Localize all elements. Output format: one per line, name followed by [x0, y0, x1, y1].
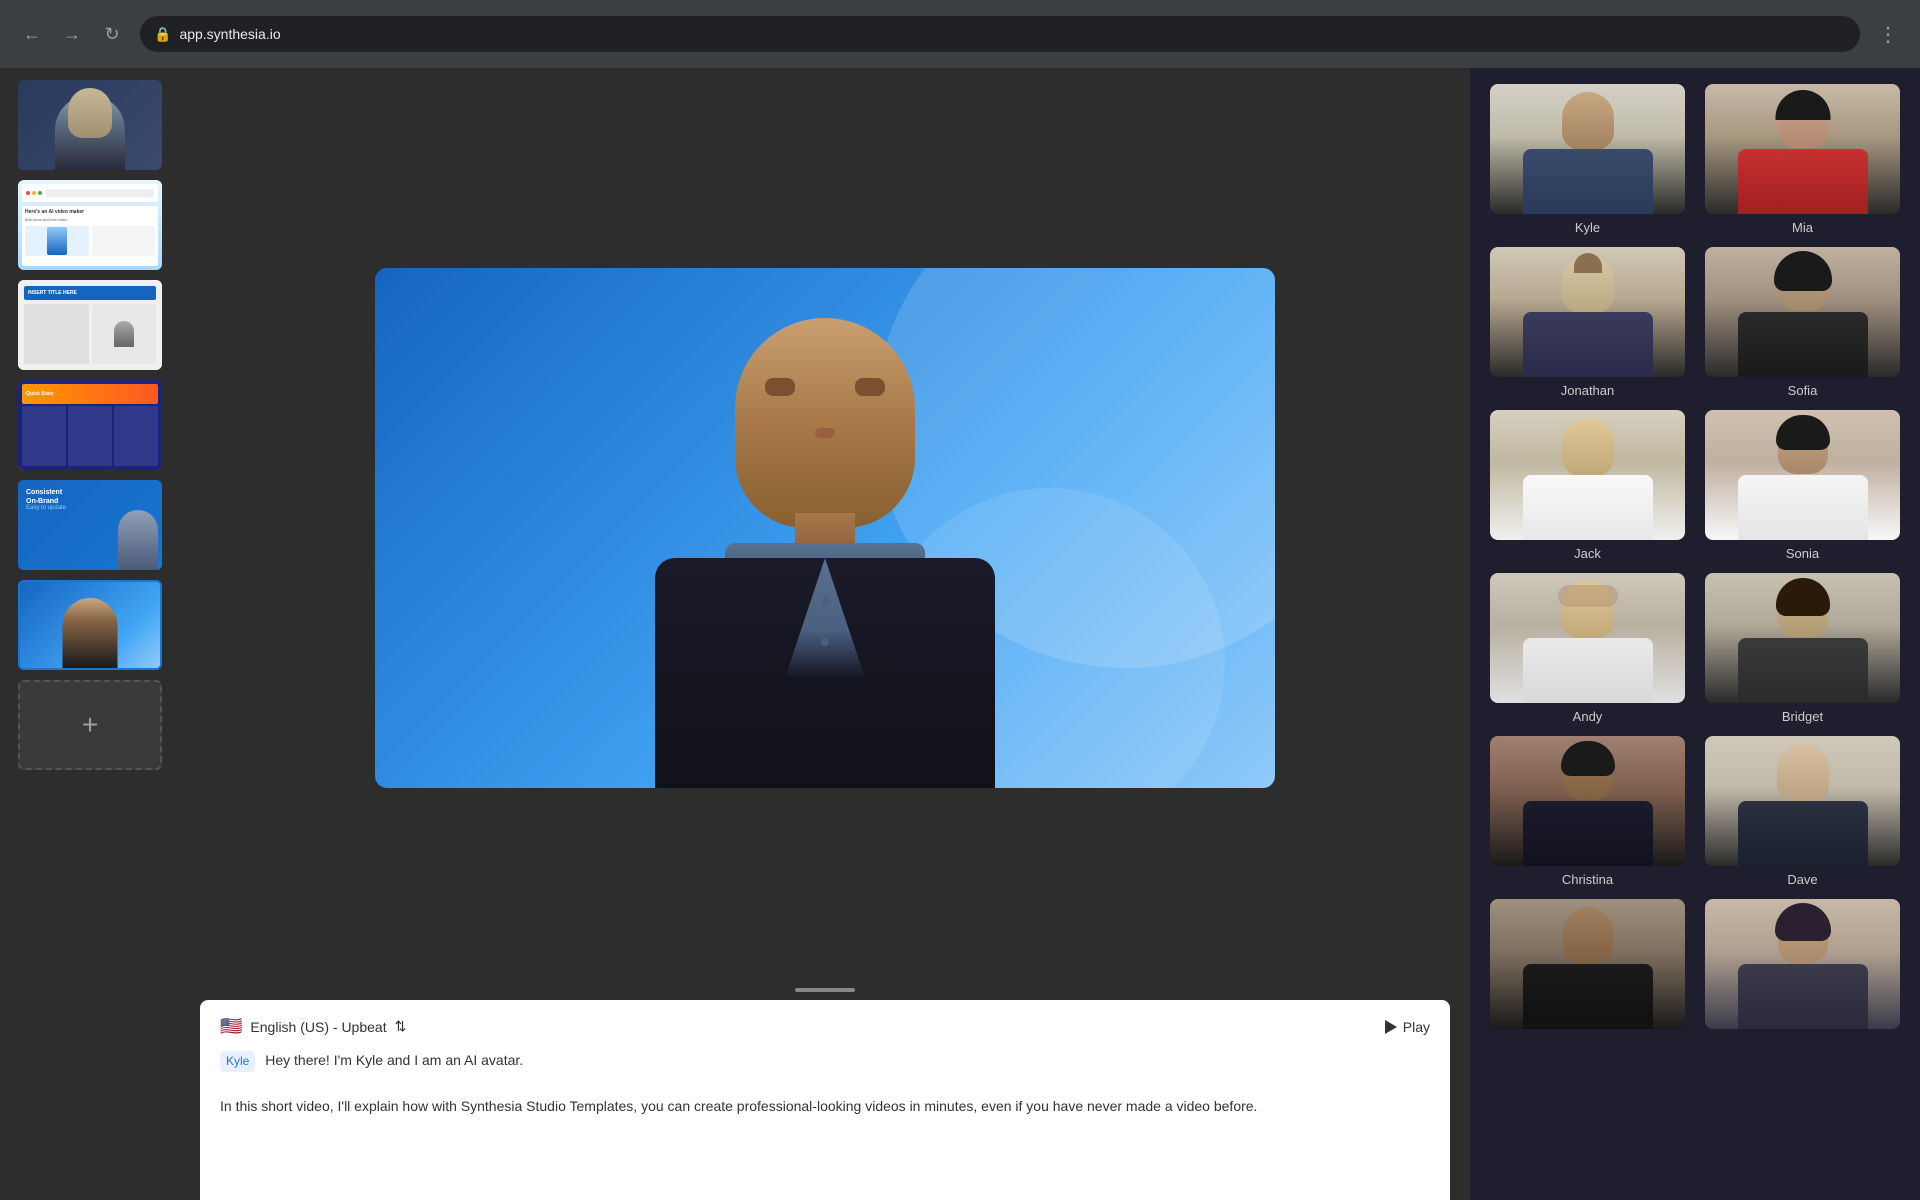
slide-thumbnail-2[interactable]: Here's an AI video maker that turns text…: [18, 180, 162, 270]
avatar-button-2: [821, 618, 829, 626]
nav-buttons: ← → ↻: [16, 18, 128, 50]
avatar-head: [735, 318, 915, 528]
add-slide-button[interactable]: +: [18, 680, 162, 770]
browser-chrome: ← → ↻ 🔒 app.synthesia.io ⋮: [0, 0, 1920, 68]
play-button[interactable]: Play: [1385, 1019, 1430, 1035]
avatar-card-jonathan[interactable]: Jonathan: [1486, 247, 1689, 398]
avatar-card-extra1[interactable]: [1486, 899, 1689, 1035]
avatar-nose: [815, 428, 835, 438]
avatar-image-extra2: [1705, 899, 1900, 1029]
avatar-figure-bridget: [1705, 573, 1900, 703]
avatar-card-bridget[interactable]: Bridget: [1701, 573, 1904, 724]
avatar-eye-right: [855, 378, 885, 396]
avatar-name-jonathan: Jonathan: [1561, 383, 1615, 398]
avatar-card-christina[interactable]: Christina: [1486, 736, 1689, 887]
slide-thumbnail-1[interactable]: [18, 80, 162, 170]
avatar-card-andy[interactable]: Andy: [1486, 573, 1689, 724]
avatar-name-bridget: Bridget: [1782, 709, 1823, 724]
avatar-card-kyle[interactable]: Kyle: [1486, 84, 1689, 235]
avatar-name-sonia: Sonia: [1786, 546, 1819, 561]
language-chevron-icon: ⇅: [395, 1018, 407, 1035]
avatar-figure-kyle: [1490, 84, 1685, 214]
back-button[interactable]: ←: [16, 18, 48, 50]
slide-thumbnail-6-current[interactable]: [18, 580, 162, 670]
lock-icon: 🔒: [154, 26, 171, 43]
center-area: 🇺🇸 English (US) - Upbeat ⇅ Play Kyle Hey…: [180, 68, 1470, 1200]
avatar-card-sonia[interactable]: Sonia: [1701, 410, 1904, 561]
avatar-card-sofia[interactable]: Sofia: [1701, 247, 1904, 398]
avatar-image-dave: [1705, 736, 1900, 866]
browser-menu-button[interactable]: ⋮: [1872, 18, 1904, 50]
address-bar[interactable]: 🔒 app.synthesia.io: [140, 16, 1860, 52]
avatar-body: [655, 558, 995, 788]
avatar-name-dave: Dave: [1787, 872, 1817, 887]
script-line-1: Kyle Hey there! I'm Kyle and I am an AI …: [220, 1049, 1430, 1072]
avatar-card-extra2[interactable]: [1701, 899, 1904, 1035]
url-text: app.synthesia.io: [179, 26, 280, 42]
video-preview: [180, 68, 1470, 988]
avatar-card-mia[interactable]: Mia: [1701, 84, 1904, 235]
avatar-image-christina: [1490, 736, 1685, 866]
avatar-image-andy: [1490, 573, 1685, 703]
avatar-name-jack: Jack: [1574, 546, 1601, 561]
script-line-2[interactable]: In this short video, I'll explain how wi…: [220, 1095, 1430, 1117]
avatar-name-christina: Christina: [1562, 872, 1613, 887]
play-triangle-icon: [1385, 1020, 1397, 1034]
slide-thumbnail-4[interactable]: Quick Stats: [18, 380, 162, 470]
avatar-figure-christina: [1490, 736, 1685, 866]
avatar-figure-sofia: [1705, 247, 1900, 377]
avatar-figure-andy: [1490, 573, 1685, 703]
avatar-name-andy: Andy: [1573, 709, 1603, 724]
language-label: English (US) - Upbeat: [250, 1019, 386, 1035]
avatar-image-jack: [1490, 410, 1685, 540]
avatar-figure-mia: [1705, 84, 1900, 214]
slide-thumbnail-5[interactable]: Consistent On-Brand Easy to update: [18, 480, 162, 570]
avatar-image-extra1: [1490, 899, 1685, 1029]
avatar-name-mia: Mia: [1792, 220, 1813, 235]
avatar-card-dave[interactable]: Dave: [1701, 736, 1904, 887]
play-label: Play: [1403, 1019, 1430, 1035]
avatar-figure-extra1: [1490, 899, 1685, 1029]
avatar-figure-extra2: [1705, 899, 1900, 1029]
avatar-image-sonia: [1705, 410, 1900, 540]
scroll-indicator: [180, 988, 1470, 996]
left-sidebar: Here's an AI video maker that turns text…: [0, 68, 180, 1200]
main-content: Here's an AI video maker that turns text…: [0, 68, 1920, 1200]
script-content: Kyle Hey there! I'm Kyle and I am an AI …: [220, 1049, 1430, 1117]
script-text-1[interactable]: Hey there! I'm Kyle and I am an AI avata…: [265, 1052, 523, 1068]
avatar-figure-jonathan: [1490, 247, 1685, 377]
avatar-grid: Kyle Mia: [1486, 84, 1904, 1035]
avatar-figure-dave: [1705, 736, 1900, 866]
avatar-figure-sonia: [1705, 410, 1900, 540]
script-panel: 🇺🇸 English (US) - Upbeat ⇅ Play Kyle Hey…: [200, 1000, 1450, 1200]
avatar-person: [615, 278, 1035, 788]
avatar-button-3: [821, 638, 829, 646]
video-frame: [375, 268, 1275, 788]
add-icon: +: [82, 709, 98, 741]
avatar-image-mia: [1705, 84, 1900, 214]
scrollbar-thumb[interactable]: [795, 988, 855, 992]
avatar-image-sofia: [1705, 247, 1900, 377]
avatar-button-1: [821, 598, 829, 606]
right-sidebar: Kyle Mia: [1470, 68, 1920, 1200]
language-selector[interactable]: 🇺🇸 English (US) - Upbeat ⇅: [220, 1016, 406, 1037]
avatar-name-kyle: Kyle: [1575, 220, 1600, 235]
avatar-eye-left: [765, 378, 795, 396]
avatar-card-jack[interactable]: Jack: [1486, 410, 1689, 561]
avatar-name-sofia: Sofia: [1788, 383, 1818, 398]
avatar-figure-jack: [1490, 410, 1685, 540]
slide-thumbnail-3[interactable]: INSERT TITLE HERE: [18, 280, 162, 370]
forward-button[interactable]: →: [56, 18, 88, 50]
flag-icon: 🇺🇸: [220, 1016, 242, 1037]
avatar-tag: Kyle: [220, 1051, 255, 1072]
script-toolbar: 🇺🇸 English (US) - Upbeat ⇅ Play: [220, 1016, 1430, 1037]
avatar-image-bridget: [1705, 573, 1900, 703]
avatar-image-jonathan: [1490, 247, 1685, 377]
avatar-image-kyle: [1490, 84, 1685, 214]
reload-button[interactable]: ↻: [96, 18, 128, 50]
